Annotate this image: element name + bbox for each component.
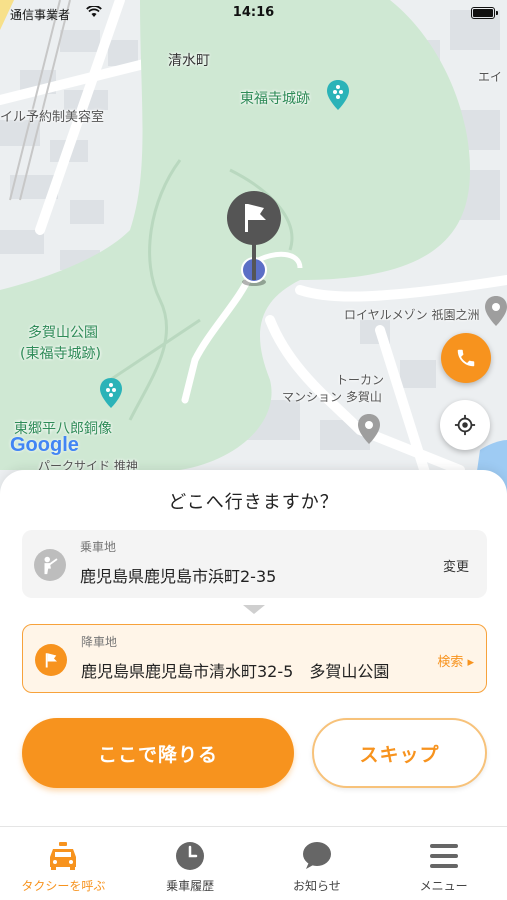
destination-flag-marker-icon[interactable]	[224, 190, 284, 290]
map-label-town: 清水町	[168, 53, 210, 69]
tab-bar: タクシーを呼ぶ 乗車履歴 お知らせ メニュー	[0, 826, 507, 900]
map-poi-pin-icon[interactable]	[358, 414, 380, 444]
current-location-button[interactable]	[440, 400, 490, 450]
map-label-tokan-1: トーカン	[336, 373, 385, 387]
map-label-tokan-2: マンション 多賀山	[282, 390, 382, 404]
drop-off-here-button[interactable]: ここで降りる	[22, 718, 294, 788]
route-arrow-indicator	[243, 605, 265, 614]
tab-notifications[interactable]: お知らせ	[254, 827, 381, 900]
map-label-salon: イル予約制美容室	[0, 110, 105, 125]
call-button[interactable]	[441, 333, 491, 383]
dropoff-flag-icon	[35, 644, 67, 676]
clock-icon	[175, 839, 205, 873]
speech-bubble-icon	[302, 839, 332, 873]
dropoff-card[interactable]: 降車地 鹿児島県鹿児島市清水町32-5 多賀山公園 検索 ▸	[22, 624, 487, 693]
taxi-icon	[47, 839, 79, 873]
sheet-title: どこへ行きますか？	[168, 492, 339, 513]
map-label-park-name: 多賀山公園	[28, 325, 98, 341]
clock: 14:16	[232, 5, 275, 20]
tab-menu-label: メニュー	[419, 879, 468, 893]
google-logo-text: Google	[10, 434, 79, 456]
statue-poi-pin-icon[interactable]	[100, 378, 122, 408]
skip-button[interactable]: スキップ	[312, 718, 487, 788]
dropoff-kind-label: 降車地	[81, 635, 118, 649]
tab-call-taxi[interactable]: タクシーを呼ぶ	[0, 827, 127, 900]
pickup-kind-label: 乗車地	[80, 540, 117, 554]
tab-call-taxi-label: タクシーを呼ぶ	[21, 879, 106, 893]
change-pickup-button[interactable]: 変更	[443, 556, 469, 575]
map-label-castle-ruins: 東福寺城跡	[240, 91, 310, 107]
crosshair-icon	[454, 414, 476, 436]
map-label-royal: ロイヤルメゾン 祇園之洲	[344, 308, 480, 322]
menu-icon	[429, 839, 458, 873]
tab-notifications-label: お知らせ	[292, 879, 341, 893]
map-poi-pin-icon-2[interactable]	[485, 296, 507, 326]
tab-ride-history[interactable]: 乗車履歴	[127, 827, 254, 900]
pickup-address: 鹿児島県鹿児島市浜町2-35	[80, 567, 277, 586]
search-dropoff-button[interactable]: 検索 ▸	[437, 651, 474, 670]
battery-icon	[471, 7, 498, 19]
tab-menu[interactable]: メニュー	[380, 827, 507, 900]
map-view[interactable]: 清水町 東福寺城跡 イル予約制美容室 多賀山公園 (東福寺城跡) ロイヤルメゾン…	[0, 0, 507, 520]
pickup-person-icon	[34, 549, 66, 581]
pickup-card[interactable]: 乗車地 鹿児島県鹿児島市浜町2-35 変更	[22, 530, 487, 598]
status-bar: 通信事業者 14:16	[0, 0, 507, 28]
dropoff-address: 鹿児島県鹿児島市清水町32-5 多賀山公園	[81, 662, 390, 681]
map-label-park-sub: (東福寺城跡)	[20, 346, 101, 362]
tab-ride-history-label: 乗車履歴	[166, 879, 215, 893]
google-logo: Google	[10, 434, 79, 457]
map-label-ei: エイ	[478, 70, 503, 84]
castle-poi-pin-icon[interactable]	[327, 80, 349, 110]
phone-icon	[457, 349, 475, 367]
